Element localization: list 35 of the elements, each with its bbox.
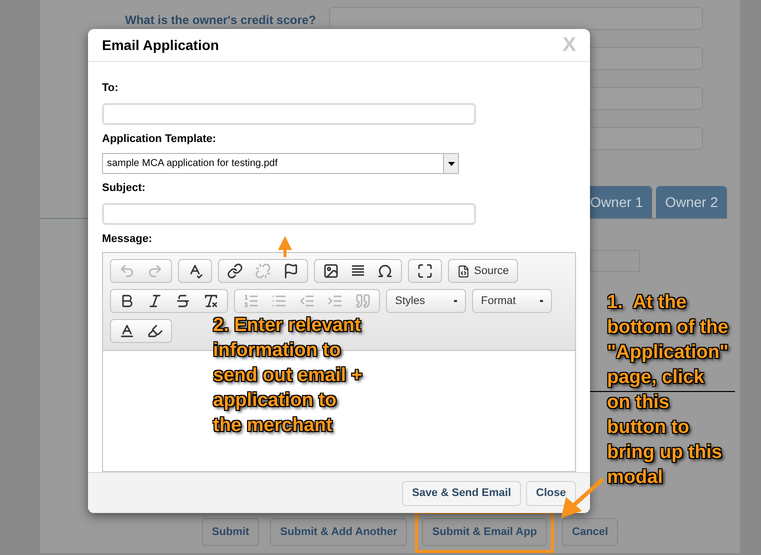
modal-button[interactable]: Close — [526, 480, 576, 506]
input-field[interactable] — [329, 7, 703, 30]
caret-icon — [448, 162, 454, 166]
arrow-drawing — [277, 235, 293, 257]
select-value: sample MCA application for testing.pdf — [106, 157, 279, 172]
omega-icon[interactable] — [377, 263, 393, 280]
field-label: Message: — [102, 232, 152, 247]
modal-title: Email Application — [102, 36, 219, 55]
styles-dropdown[interactable]: Styles — [386, 289, 466, 314]
field-label: Application Template: — [102, 132, 218, 147]
field-label: Subject: — [102, 181, 146, 196]
link-icon[interactable] — [227, 263, 243, 280]
strikethrough-icon[interactable] — [175, 293, 191, 310]
dropdown-toggle[interactable] — [443, 154, 458, 174]
modal-button[interactable]: Save & Send Email — [402, 480, 522, 506]
form-label: What is the owner's credit score? — [125, 12, 316, 29]
annotation-text: 2. Enter relevant information to send out email + application to the merchant — [213, 314, 362, 438]
horizontal-line-icon[interactable] — [351, 264, 365, 278]
caret-icon — [540, 300, 543, 302]
image-icon[interactable] — [323, 263, 339, 280]
tab[interactable]: Owner 2 — [656, 186, 727, 218]
highlighter-icon[interactable] — [147, 323, 163, 340]
flag-icon[interactable] — [283, 263, 299, 280]
text-color-icon[interactable] — [119, 323, 135, 340]
annotation-text: 1. At the bottom of the "Application" page, click on this button to bring up this modal — [607, 291, 728, 490]
file-code-icon — [457, 264, 470, 278]
italic-icon[interactable] — [147, 293, 163, 310]
maximize-icon[interactable] — [417, 263, 433, 280]
field-label: To: — [102, 81, 120, 96]
template-select[interactable]: sample MCA application for testing.pdf — [102, 153, 459, 174]
caret-icon — [454, 300, 457, 302]
source-button[interactable]: Source — [448, 259, 518, 284]
clear-format-icon[interactable] — [203, 293, 219, 310]
format-dropdown[interactable]: Format — [472, 289, 552, 314]
input-field[interactable] — [590, 250, 640, 272]
